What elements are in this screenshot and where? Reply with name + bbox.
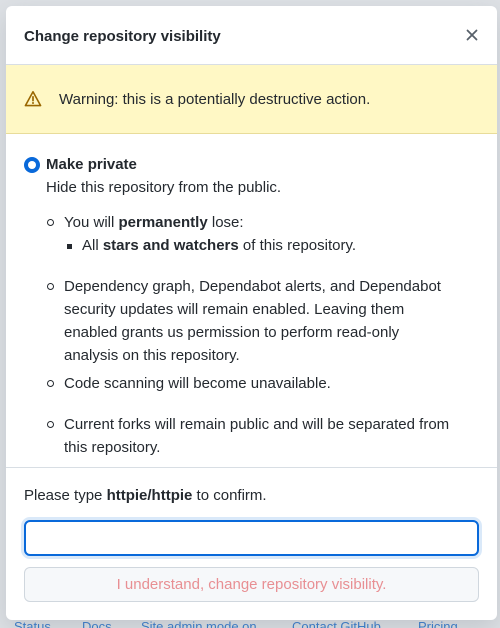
divider <box>6 467 497 468</box>
alert-triangle-icon <box>24 91 42 107</box>
close-icon <box>466 29 478 41</box>
list-item-code-scanning: Code scanning will become unavailable. <box>64 375 331 392</box>
confirm-instruction: Please type httpie/httpie to confirm. <box>24 487 267 504</box>
confirm-repo-input[interactable] <box>24 520 479 556</box>
list-item-lose: You will permanently lose: <box>64 214 244 231</box>
sub-list-bullet <box>67 244 72 249</box>
list-bullet <box>47 421 54 428</box>
repo-name: httpie/httpie <box>106 487 193 504</box>
warning-banner: Warning: this is a potentially destructi… <box>6 65 497 134</box>
make-private-label[interactable]: Make private <box>46 153 137 176</box>
sub-list-item-stars: All stars and watchers of this repositor… <box>82 237 357 254</box>
make-private-description: Hide this repository from the public. <box>46 179 282 196</box>
list-item-forks: Current forks will remain public and wil… <box>64 416 450 456</box>
list-bullet <box>47 283 54 290</box>
dialog-header: Change repository visibility <box>6 6 497 65</box>
list-bullet <box>47 380 54 387</box>
warning-text: Warning: this is a potentially destructi… <box>59 91 371 108</box>
list-bullet <box>47 219 54 226</box>
change-visibility-dialog: Change repository visibility Warning: th… <box>6 6 497 620</box>
list-item-dependency: Dependency graph, Dependabot alerts, and… <box>64 278 441 364</box>
dialog-title: Change repository visibility <box>24 28 221 45</box>
confirm-visibility-button[interactable]: I understand, change repository visibili… <box>24 567 479 602</box>
make-private-radio[interactable] <box>24 157 40 173</box>
close-button[interactable] <box>463 26 481 44</box>
